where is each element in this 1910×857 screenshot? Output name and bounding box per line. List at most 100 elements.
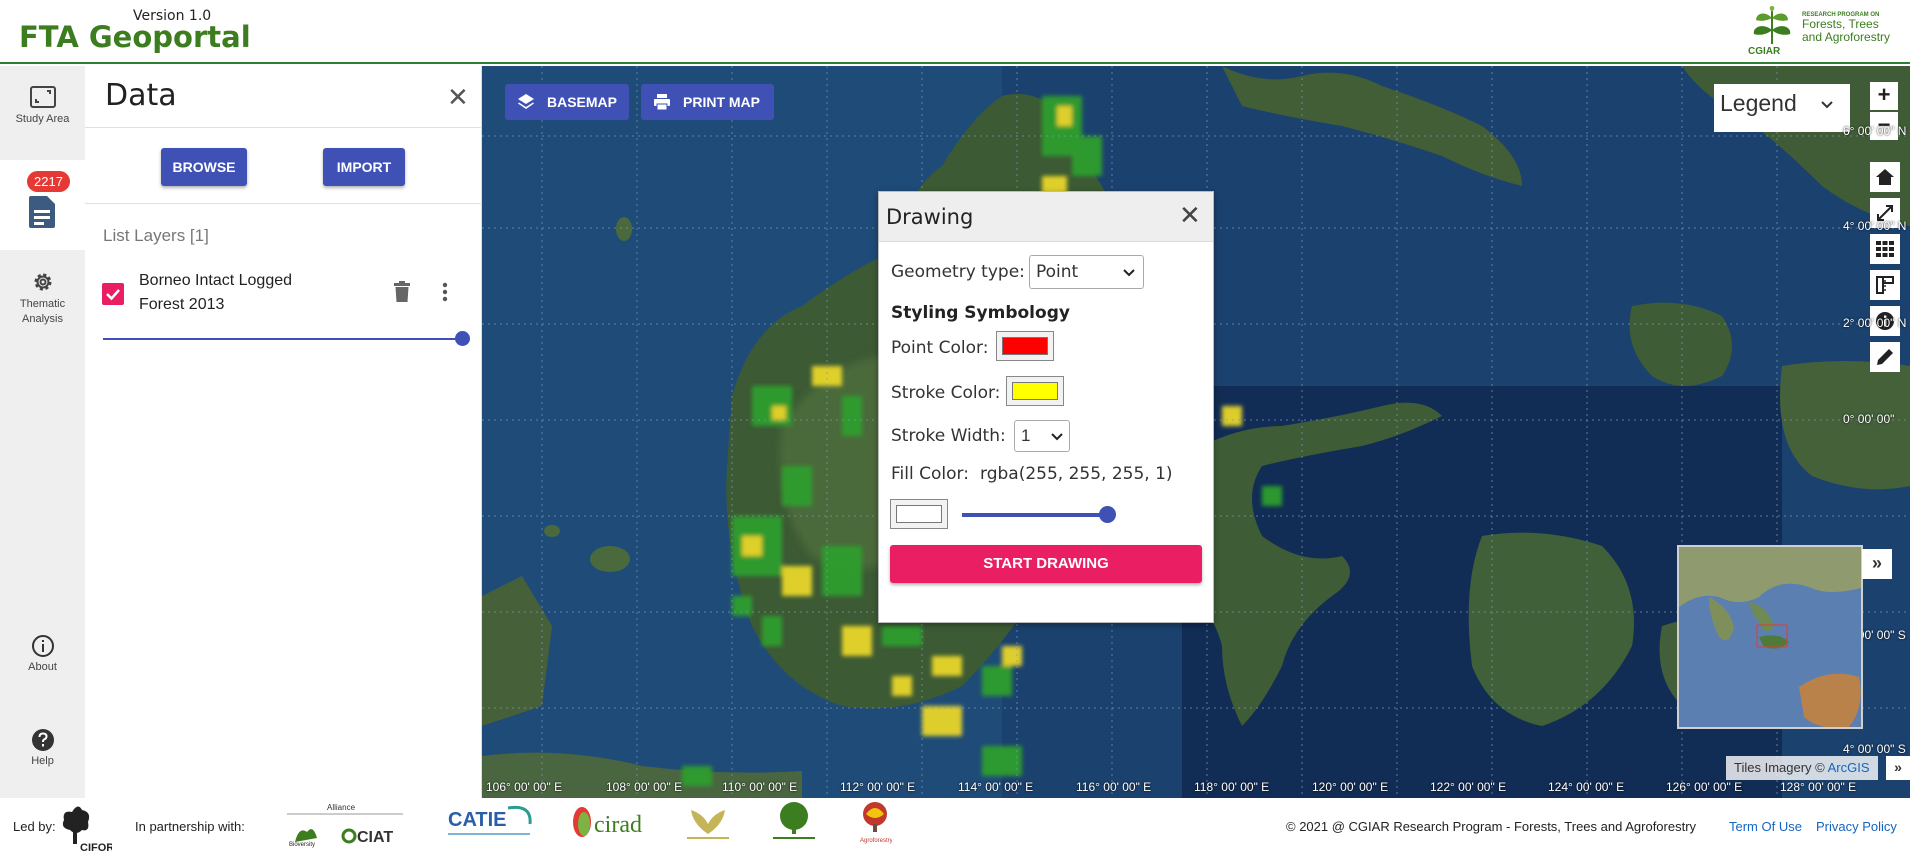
privacy-policy-link[interactable]: Privacy Policy bbox=[1816, 819, 1897, 834]
styling-symbology-title: Styling Symbology bbox=[891, 303, 1070, 323]
measure-icon bbox=[1876, 276, 1894, 294]
list-layers-title: List Layers [1] bbox=[103, 226, 209, 245]
divider bbox=[85, 127, 482, 128]
lon-label: 124° 00' 00" E bbox=[1548, 780, 1625, 794]
home-button[interactable] bbox=[1870, 162, 1900, 192]
start-drawing-button[interactable]: START DRAWING bbox=[890, 545, 1202, 583]
icraf-logo bbox=[687, 810, 729, 839]
fill-opacity-slider[interactable] bbox=[962, 513, 1107, 517]
stroke-width-select[interactable]: 1 bbox=[1014, 420, 1070, 452]
stroke-width-label: Stroke Width: bbox=[891, 426, 1006, 446]
fill-color-swatch bbox=[896, 505, 942, 523]
measure-button[interactable] bbox=[1870, 270, 1900, 300]
fill-opacity-thumb[interactable] bbox=[1099, 506, 1116, 523]
rail-item-label: Study Area bbox=[15, 113, 70, 125]
basemap-button[interactable]: BASEMAP bbox=[505, 84, 629, 120]
point-color-swatch bbox=[1002, 337, 1048, 355]
import-button[interactable]: IMPORT bbox=[323, 148, 405, 186]
print-map-label: PRINT MAP bbox=[683, 94, 760, 110]
lon-label: 126° 00' 00" E bbox=[1666, 780, 1743, 794]
zoom-in-button[interactable]: + bbox=[1870, 82, 1898, 110]
lon-label: 116° 00' 00" E bbox=[1076, 780, 1152, 794]
overview-toggle-button[interactable]: » bbox=[1862, 549, 1892, 579]
notification-badge: 2217 bbox=[27, 171, 70, 192]
overview-map-image bbox=[1679, 547, 1861, 727]
browse-button[interactable]: BROWSE bbox=[161, 148, 247, 186]
svg-text:Alliance: Alliance bbox=[327, 803, 356, 812]
close-icon[interactable]: ✕ bbox=[1179, 202, 1201, 228]
lat-label: 6° 00' 00" N bbox=[1843, 124, 1907, 138]
cgiar-leaf-icon bbox=[1753, 6, 1791, 45]
divider bbox=[85, 203, 482, 204]
terms-of-use-link[interactable]: Term Of Use bbox=[1729, 819, 1802, 834]
arcgis-link[interactable]: ArcGIS bbox=[1828, 760, 1870, 775]
more-vert-icon[interactable] bbox=[442, 282, 448, 302]
draw-pencil-icon bbox=[1877, 349, 1893, 365]
partner-logo-catie[interactable]: CATIE bbox=[446, 804, 534, 845]
rail-item-label: Help bbox=[31, 755, 54, 767]
rail-item-about[interactable]: About bbox=[0, 634, 85, 673]
rail-item-study-area[interactable]: Study Area bbox=[0, 86, 85, 125]
svg-text:Bioversity: Bioversity bbox=[289, 842, 315, 848]
fill-color-picker[interactable] bbox=[890, 499, 948, 529]
point-color-picker[interactable] bbox=[996, 331, 1054, 361]
check-icon bbox=[106, 289, 120, 301]
layer-checkbox[interactable] bbox=[102, 283, 124, 305]
lat-label: 4° 00' 00" N bbox=[1843, 219, 1907, 233]
partner-logo-alliance[interactable]: Alliance Bioversity CIAT bbox=[287, 802, 403, 853]
panel-title: Data bbox=[105, 78, 177, 113]
stroke-color-picker[interactable] bbox=[1006, 376, 1064, 406]
fill-color-value: rgba(255, 255, 255, 1) bbox=[980, 464, 1173, 484]
partner-logo-inbar[interactable] bbox=[769, 800, 819, 847]
partner-logo-cirad[interactable]: cirad bbox=[572, 802, 646, 847]
svg-text:CIAT: CIAT bbox=[357, 829, 393, 846]
world-agroforestry-logo: Agroforestry bbox=[860, 802, 893, 844]
layer-opacity-slider[interactable] bbox=[103, 338, 467, 340]
overview-map[interactable] bbox=[1677, 545, 1863, 729]
attribution-toggle-button[interactable]: » bbox=[1886, 756, 1910, 780]
chevron-down-icon bbox=[1821, 101, 1833, 109]
cifor-wordmark: CIFOR bbox=[80, 842, 112, 854]
svg-text:Agroforestry: Agroforestry bbox=[860, 838, 892, 844]
alliance-bioversity-ciat-logo: Alliance Bioversity CIAT bbox=[287, 803, 403, 848]
lon-label: 122° 00' 00" E bbox=[1430, 780, 1507, 794]
layer-name: Borneo Intact Logged Forest 2013 bbox=[139, 272, 293, 313]
lon-label: 108° 00' 00" E bbox=[606, 780, 683, 794]
partner-logo-icraf[interactable] bbox=[683, 804, 733, 847]
rail-item-label: Thematic Analysis bbox=[19, 298, 66, 325]
chevron-down-icon bbox=[1051, 433, 1063, 441]
chevron-down-icon bbox=[1123, 269, 1135, 277]
fill-color-label: Fill Color: bbox=[891, 464, 969, 484]
header: Version 1.0 FTA Geoportal CGIAR RESEARCH… bbox=[0, 0, 1910, 64]
grid-button[interactable] bbox=[1870, 234, 1900, 264]
attribution-text: Tiles Imagery © bbox=[1734, 760, 1828, 775]
lat-label: 0° 00' 00" bbox=[1843, 412, 1895, 426]
partner-logo-world-agroforestry[interactable]: Agroforestry bbox=[858, 800, 893, 849]
rail-item-help[interactable]: Help bbox=[0, 728, 85, 767]
app-root: Version 1.0 FTA Geoportal CGIAR RESEARCH… bbox=[0, 0, 1910, 857]
partnership-label: In partnership with: bbox=[135, 819, 245, 834]
layer-opacity-thumb[interactable] bbox=[455, 331, 470, 346]
close-icon[interactable]: ✕ bbox=[447, 84, 469, 110]
point-color-label: Point Color: bbox=[891, 338, 989, 358]
trash-icon[interactable] bbox=[393, 281, 411, 303]
lon-label: 120° 00' 00" E bbox=[1312, 780, 1389, 794]
rail-item-thematic-analysis[interactable]: Thematic Analysis bbox=[0, 270, 85, 327]
cirad-logo: cirad bbox=[573, 807, 642, 838]
cifor-logo[interactable]: CIFOR bbox=[58, 802, 114, 857]
lon-label: 114° 00' 00" E bbox=[958, 780, 1034, 794]
program-name-text: Forests, Trees and Agroforestry bbox=[1802, 17, 1891, 44]
stroke-color-swatch bbox=[1012, 382, 1058, 400]
svg-text:cirad: cirad bbox=[594, 812, 642, 838]
print-map-button[interactable]: PRINT MAP bbox=[641, 84, 774, 120]
svg-text:CATIE: CATIE bbox=[448, 809, 507, 831]
draw-button[interactable] bbox=[1870, 342, 1900, 372]
legend-dropdown[interactable]: Legend bbox=[1714, 84, 1850, 132]
program-wordmark: RESEARCH PROGRAM ON Forests, Trees and A… bbox=[1802, 12, 1902, 43]
app-title[interactable]: FTA Geoportal bbox=[19, 20, 251, 54]
cifor-tree-icon: CIFOR bbox=[62, 806, 114, 854]
cgiar-logo[interactable]: CGIAR RESEARCH PROGRAM ON Forests, Trees… bbox=[1748, 6, 1898, 60]
geometry-type-select[interactable]: Point bbox=[1029, 255, 1144, 289]
drawing-header[interactable]: Drawing ✕ bbox=[879, 192, 1213, 242]
drawing-dialog: Drawing ✕ Geometry type: Point Styling S… bbox=[878, 191, 1214, 623]
